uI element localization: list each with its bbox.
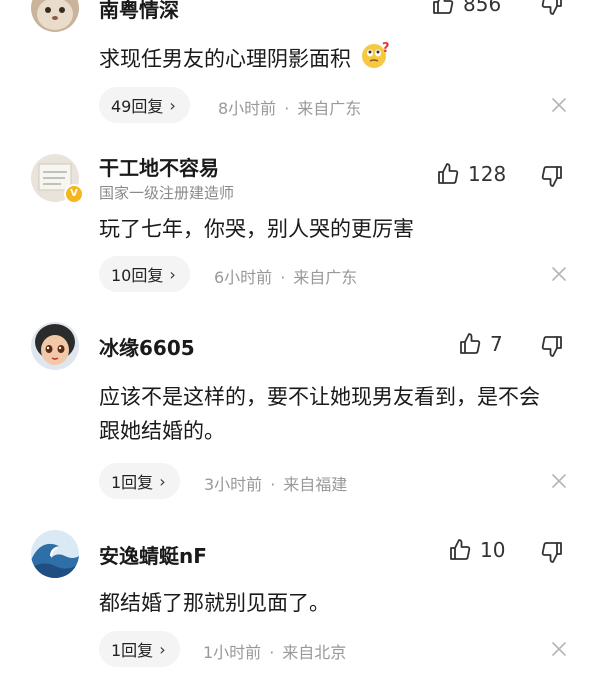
close-icon[interactable] <box>551 473 567 489</box>
comment-location: 来自广东 <box>293 268 358 287</box>
thumbs-down-icon <box>541 336 562 357</box>
close-icon[interactable] <box>551 641 567 657</box>
reply-count-button[interactable]: 1回复 › <box>99 631 180 667</box>
thumbs-down-icon <box>541 166 562 187</box>
dislike-button[interactable] <box>540 334 564 362</box>
reply-count-button[interactable]: 1回复 › <box>99 463 180 499</box>
avatar[interactable] <box>31 322 79 370</box>
comment-text: 都结婚了那就别见面了。 <box>99 591 330 615</box>
comment-time: 3小时前 <box>204 475 263 494</box>
avatar[interactable] <box>31 530 79 578</box>
chevron-right-icon: › <box>159 471 166 491</box>
comment-item: 冰缘6605 7 应该不是这样的，要不让她现男友看到，是不会跟她结婚的。 1回复… <box>0 320 600 520</box>
comment-text: 应该不是这样的，要不让她现男友看到，是不会跟她结婚的。 <box>99 385 540 443</box>
chevron-right-icon: › <box>169 264 176 284</box>
thumbs-up-icon <box>438 163 459 184</box>
dislike-button[interactable] <box>540 164 564 192</box>
chevron-right-icon: › <box>169 95 176 115</box>
close-icon[interactable] <box>551 97 567 113</box>
reply-count-button[interactable]: 10回复 › <box>99 256 190 292</box>
comment-meta: 1小时前 · 来自北京 <box>203 643 347 662</box>
comment-location: 来自广东 <box>297 99 362 118</box>
thumbs-down-icon <box>541 542 562 563</box>
reply-count-button[interactable]: 49回复 › <box>99 87 190 123</box>
close-icon[interactable] <box>551 266 567 282</box>
comment-item: 安逸蜻蜓nF 10 都结婚了那就别见面了。 1回复 › 1小时前 · 来自北京 <box>0 520 600 690</box>
comment-item: 南粤情深 856 求现任男友的心理阴影面积 ? 49回复 › 8小时前 · 来自… <box>0 0 600 140</box>
cat-avatar-icon <box>31 0 79 32</box>
thumbs-up-icon <box>433 0 454 14</box>
comment-text: 玩了七年，你哭，别人哭的更厉害 <box>99 217 414 241</box>
like-button[interactable]: 7 <box>458 332 503 356</box>
username[interactable]: 干工地不容易 <box>99 152 219 181</box>
user-title: 国家一级注册建造师 <box>99 184 235 202</box>
thumbs-down-icon <box>541 0 562 15</box>
like-count: 856 <box>463 0 502 16</box>
like-count: 128 <box>468 162 507 186</box>
thinking-face-icon: ? <box>360 40 390 80</box>
username[interactable]: 南粤情深 <box>99 0 179 23</box>
thumbs-up-icon <box>450 539 471 560</box>
username[interactable]: 冰缘6605 <box>99 332 195 361</box>
comment-time: 1小时前 <box>203 643 262 662</box>
svg-text:?: ? <box>382 41 390 56</box>
comment-meta: 6小时前 · 来自广东 <box>214 268 358 287</box>
comment-time: 8小时前 <box>218 99 277 118</box>
comment-location: 来自福建 <box>283 475 348 494</box>
verified-badge: V <box>64 184 84 204</box>
comment-time: 6小时前 <box>214 268 273 287</box>
like-count: 7 <box>490 332 503 356</box>
comment-item: V 干工地不容易 国家一级注册建造师 128 玩了七年，你哭，别人哭的更厉害 1… <box>0 140 600 320</box>
dislike-button[interactable] <box>540 0 564 20</box>
like-count: 10 <box>480 538 506 562</box>
like-button[interactable]: 10 <box>448 538 505 562</box>
username[interactable]: 安逸蜻蜓nF <box>99 540 207 569</box>
comment-location: 来自北京 <box>282 643 347 662</box>
comment-text: 求现任男友的心理阴影面积 ? <box>99 40 569 80</box>
like-button[interactable]: 856 <box>431 0 501 16</box>
avatar[interactable] <box>31 0 79 32</box>
chevron-right-icon: › <box>159 639 166 659</box>
like-button[interactable]: 128 <box>436 162 506 186</box>
comment-meta: 8小时前 · 来自广东 <box>218 99 362 118</box>
thumbs-up-icon <box>460 333 481 354</box>
dislike-button[interactable] <box>540 540 564 568</box>
cartoon-girl-avatar-icon <box>31 322 79 370</box>
comment-meta: 3小时前 · 来自福建 <box>204 475 348 494</box>
wave-avatar-icon <box>31 530 79 578</box>
